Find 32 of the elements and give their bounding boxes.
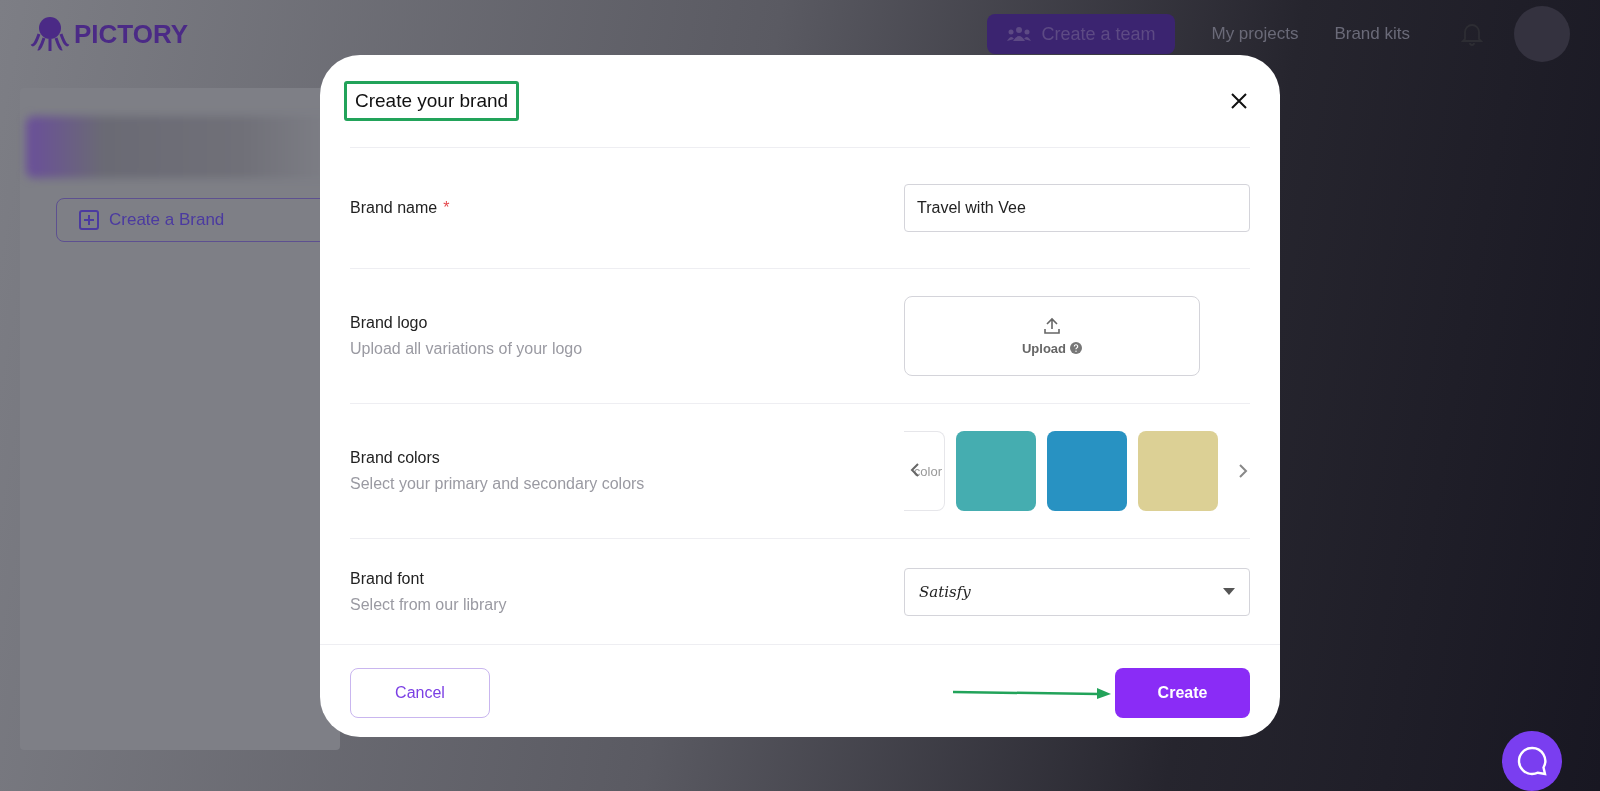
upload-icon bbox=[1043, 316, 1061, 335]
close-button[interactable] bbox=[1230, 92, 1248, 110]
logo-text: PICTORY bbox=[74, 18, 189, 50]
font-dropdown[interactable]: Satisfy bbox=[904, 567, 1250, 616]
avatar[interactable] bbox=[1514, 6, 1570, 62]
octopus-logo-icon bbox=[30, 14, 70, 54]
color-swatch[interactable] bbox=[1047, 431, 1127, 511]
field-hint: Select your primary and secondary colors bbox=[350, 475, 645, 493]
upload-button[interactable]: Upload bbox=[904, 296, 1200, 376]
field-hint: Upload all variations of your logo bbox=[350, 340, 583, 358]
create-button[interactable]: Create bbox=[1115, 668, 1250, 718]
field-label: Brand font bbox=[350, 569, 424, 587]
help-icon bbox=[1070, 342, 1083, 354]
chat-button[interactable] bbox=[1502, 731, 1562, 791]
field-hint: Select from our library bbox=[350, 595, 507, 614]
chat-bubble-icon bbox=[1516, 745, 1548, 777]
field-label: Brand logo bbox=[350, 314, 428, 331]
field-label: Brand name bbox=[350, 199, 438, 216]
chevron-right-icon bbox=[1238, 463, 1248, 479]
people-icon bbox=[1007, 26, 1032, 42]
nav-link[interactable]: Brand kits bbox=[1334, 24, 1410, 44]
close-icon bbox=[1230, 92, 1248, 110]
add-color-tile[interactable]: color bbox=[904, 431, 945, 511]
field-label: Brand colors bbox=[350, 449, 440, 466]
color-swatch[interactable] bbox=[956, 431, 1036, 511]
color-swatch[interactable] bbox=[1138, 431, 1218, 511]
brand-name-field[interactable]: Travel with Vee bbox=[904, 184, 1250, 232]
cancel-button[interactable]: Cancel bbox=[350, 668, 490, 718]
modal-title: Create your brand bbox=[344, 81, 520, 121]
required-mark: * bbox=[443, 199, 450, 216]
dropdown-caret-icon bbox=[1223, 588, 1235, 595]
plus-square-icon bbox=[79, 210, 99, 230]
